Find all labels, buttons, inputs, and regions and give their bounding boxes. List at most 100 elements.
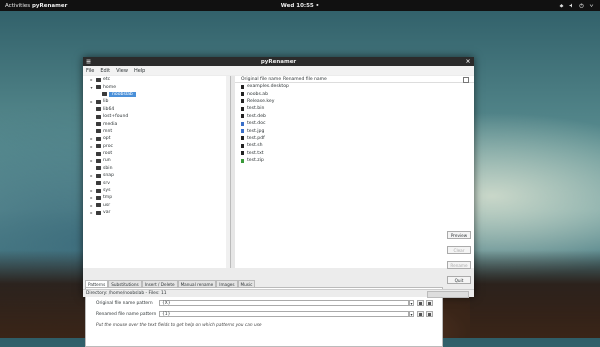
chevron-right-icon[interactable]: ▸ xyxy=(89,99,94,104)
directory-tree[interactable]: ▸ etc ▾ home noobslab ▸ lib lib64 lost+found medi… xyxy=(83,76,231,268)
pyrenamer-window: pyRenamer × File Edit View Help ▸ etc ▾ hom… xyxy=(83,57,474,347)
tree-item-label: media xyxy=(103,121,118,127)
tree-item[interactable]: ▸ var xyxy=(83,209,230,216)
status-text: Directory: /home/noobslab - Files: 11 xyxy=(86,291,167,296)
file-row[interactable]: test.zip xyxy=(231,157,474,164)
folder-icon xyxy=(96,158,101,163)
folder-icon xyxy=(102,92,107,97)
original-pattern-dropdown[interactable]: ▾ xyxy=(409,300,414,306)
tree-item[interactable]: sbin xyxy=(83,165,230,172)
quit-button[interactable]: Quit xyxy=(447,276,471,284)
file-icon xyxy=(241,151,244,156)
file-icon xyxy=(241,143,244,148)
tree-item[interactable]: ▸ lib xyxy=(83,98,230,105)
menu-bar: File Edit View Help xyxy=(83,66,474,75)
tree-item-label: tmp xyxy=(103,195,113,201)
rename-button[interactable]: Rename xyxy=(447,261,471,269)
tree-item[interactable]: ▸ sys xyxy=(83,187,230,194)
renamed-pattern-input[interactable]: {1} xyxy=(159,311,409,317)
chevron-right-icon[interactable]: ▸ xyxy=(89,188,94,193)
renamed-pattern-open-button[interactable] xyxy=(426,311,433,317)
file-name: test.bin xyxy=(247,106,265,112)
file-row[interactable]: test.sh xyxy=(231,142,474,149)
file-icon xyxy=(241,106,244,111)
tree-item[interactable]: root xyxy=(83,150,230,157)
renamed-pattern-save-button[interactable] xyxy=(417,311,424,317)
clock[interactable]: Wed 10:55 • xyxy=(0,3,600,9)
chevron-right-icon[interactable]: ▸ xyxy=(89,136,94,141)
file-name: test.deb xyxy=(247,113,266,119)
chevron-down-icon[interactable]: ▾ xyxy=(89,85,94,90)
close-icon[interactable]: × xyxy=(465,58,471,65)
system-tray[interactable] xyxy=(559,3,594,8)
window-title: pyRenamer xyxy=(260,58,297,65)
tree-item[interactable]: noobslab xyxy=(83,91,230,98)
volume-icon xyxy=(569,3,574,8)
file-row[interactable]: test.doc xyxy=(231,120,474,127)
file-list[interactable]: Original file name Renamed file name exa… xyxy=(231,76,474,268)
tree-item-label: sys xyxy=(103,188,111,194)
tree-item[interactable]: ▸ run xyxy=(83,157,230,164)
file-row[interactable]: test.bin xyxy=(231,105,474,112)
file-icon xyxy=(241,129,244,134)
tree-item[interactable]: lib64 xyxy=(83,106,230,113)
tree-item-label: lib xyxy=(103,99,109,105)
column-original-name[interactable]: Original file name xyxy=(241,77,281,82)
folder-icon xyxy=(96,166,101,171)
chevron-right-icon[interactable]: ▸ xyxy=(89,144,94,149)
tree-item-label: root xyxy=(103,151,113,157)
file-row[interactable]: test.deb xyxy=(231,113,474,120)
tree-item-label: usr xyxy=(103,202,111,208)
original-pattern-open-button[interactable] xyxy=(426,300,433,306)
status-bar: Directory: /home/noobslab - Files: 11 xyxy=(83,289,474,298)
folder-icon xyxy=(96,203,101,208)
preview-button[interactable]: Preview xyxy=(447,231,471,239)
file-row[interactable]: noobs.ab xyxy=(231,90,474,97)
clear-button[interactable]: Clear xyxy=(447,246,471,254)
folder-icon xyxy=(96,136,101,141)
chevron-right-icon[interactable]: ▸ xyxy=(89,158,94,163)
tree-item[interactable]: ▾ home xyxy=(83,83,230,90)
tree-item[interactable]: ▸ usr xyxy=(83,202,230,209)
window-titlebar[interactable]: pyRenamer × xyxy=(83,57,474,66)
tree-item-label: opt xyxy=(103,136,111,142)
tree-item[interactable]: ▸ etc xyxy=(83,76,230,83)
folder-icon xyxy=(428,302,431,305)
tree-item-label: lib64 xyxy=(103,106,115,112)
tree-item[interactable]: ▸ snap xyxy=(83,172,230,179)
menu-help[interactable]: Help xyxy=(134,68,145,74)
chevron-right-icon[interactable]: ▸ xyxy=(89,195,94,200)
tree-item[interactable]: ▸ proc xyxy=(83,143,230,150)
menu-view[interactable]: View xyxy=(116,68,128,74)
menu-file[interactable]: File xyxy=(86,68,94,74)
folder-icon xyxy=(96,114,101,119)
file-row[interactable]: test.pdf xyxy=(231,135,474,142)
window-menu-icon[interactable] xyxy=(86,59,91,64)
tree-item[interactable]: media xyxy=(83,120,230,127)
file-icon xyxy=(241,158,244,163)
file-row[interactable]: test.txt xyxy=(231,150,474,157)
tree-item[interactable]: ▸ tmp xyxy=(83,194,230,201)
original-pattern-save-button[interactable] xyxy=(417,300,424,306)
tree-item-label: srv xyxy=(103,180,111,186)
file-row[interactable]: test.jpg xyxy=(231,127,474,134)
tree-item[interactable]: ▸ opt xyxy=(83,135,230,142)
folder-icon xyxy=(96,77,101,82)
menu-edit[interactable]: Edit xyxy=(100,68,110,74)
tree-item-label: sbin xyxy=(103,165,113,171)
chevron-right-icon[interactable]: ▸ xyxy=(89,210,94,215)
folder-icon xyxy=(96,122,101,127)
chevron-right-icon[interactable]: ▸ xyxy=(89,203,94,208)
tree-item[interactable]: lost+found xyxy=(83,113,230,120)
renamed-pattern-dropdown[interactable]: ▾ xyxy=(409,311,414,317)
tree-item[interactable]: srv xyxy=(83,179,230,186)
original-pattern-input[interactable]: {X} xyxy=(159,300,409,306)
file-name: test.sh xyxy=(247,143,263,149)
file-row[interactable]: Release.key xyxy=(231,98,474,105)
chevron-right-icon[interactable]: ▸ xyxy=(89,77,94,82)
column-renamed-name[interactable]: Renamed file name xyxy=(283,77,327,82)
file-row[interactable]: examples.desktop xyxy=(231,83,474,90)
original-pattern-label: Original file name pattern xyxy=(96,301,153,306)
tree-item[interactable]: mnt xyxy=(83,128,230,135)
chevron-right-icon[interactable]: ▸ xyxy=(89,173,94,178)
